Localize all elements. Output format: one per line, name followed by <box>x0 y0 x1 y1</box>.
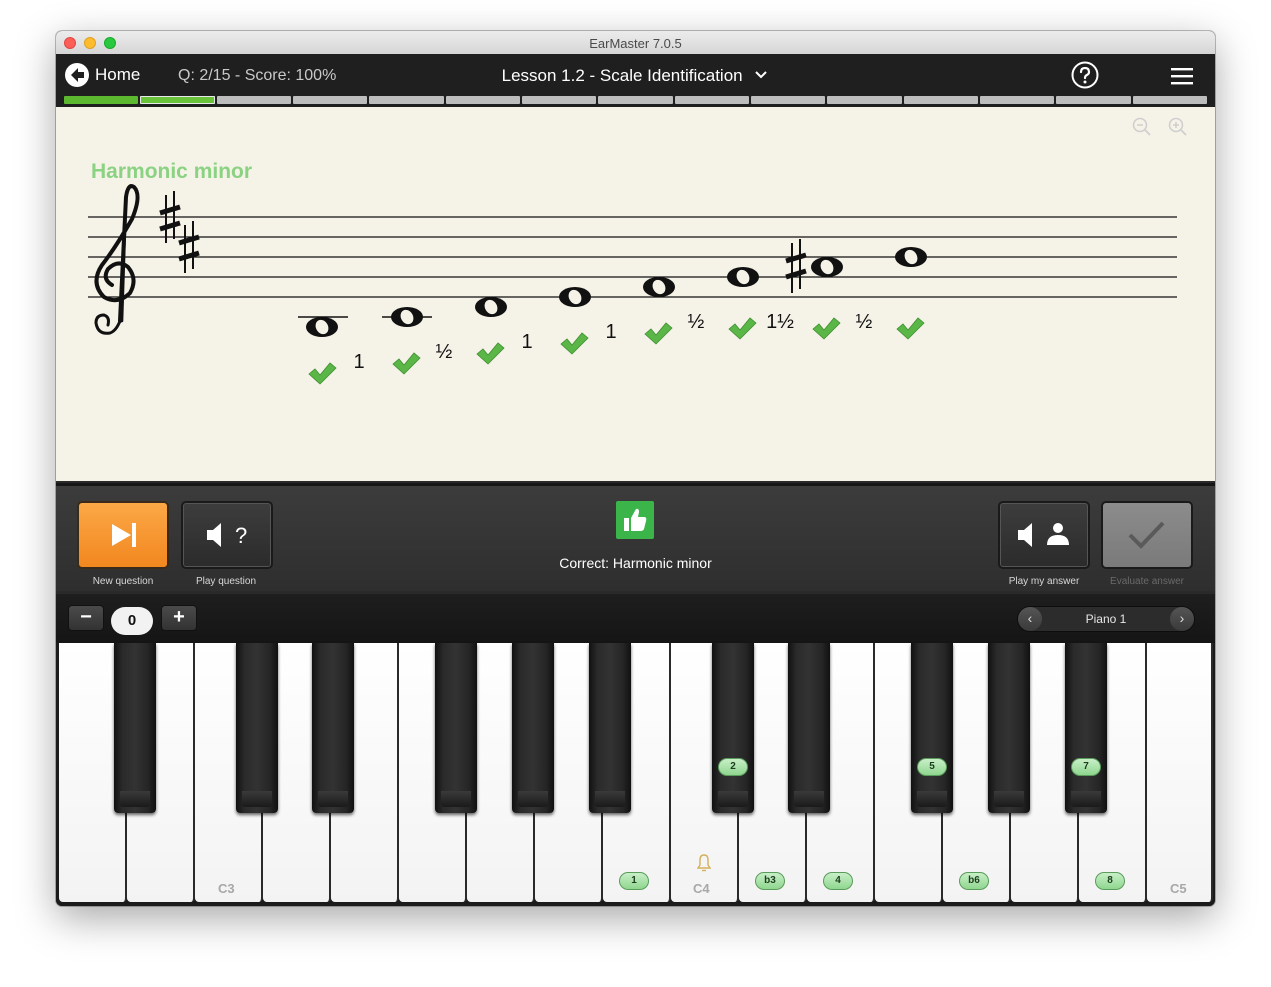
progress-segment <box>445 96 520 104</box>
piano-white-key[interactable] <box>1147 643 1213 902</box>
window-title: EarMaster 7.0.5 <box>589 36 682 51</box>
piano-black-key[interactable] <box>911 643 953 813</box>
progress-segment <box>827 96 902 104</box>
speaker-person-icon <box>1018 523 1069 547</box>
degree-badge: 5 <box>917 758 947 776</box>
check-icon <box>560 332 589 355</box>
key-signature-sharps <box>159 191 200 273</box>
play-my-answer-button[interactable] <box>998 501 1090 569</box>
app-window: EarMaster 7.0.5 Home Q: 2/15 - Score: 10… <box>56 31 1215 906</box>
treble-clef-icon <box>94 184 140 335</box>
degree-badge: 8 <box>1095 872 1125 890</box>
check-icon <box>896 317 925 340</box>
piano-keyboard: C3 C4 C5 1 b3 4 b6 8 2 5 7 <box>56 643 1215 906</box>
piano-black-key[interactable] <box>589 643 631 813</box>
degree-badge: 1 <box>619 872 649 890</box>
check-icon <box>392 352 421 375</box>
piano-black-key[interactable] <box>236 643 278 813</box>
degree-badge: 2 <box>718 758 748 776</box>
degree-badge: b3 <box>755 872 785 890</box>
whole-note <box>391 307 423 327</box>
interval-label: 1 <box>521 331 532 353</box>
root-marker-icon <box>697 854 711 872</box>
play-question-label: Play question <box>195 576 257 587</box>
progress-segment <box>1132 96 1207 104</box>
next-instrument-button[interactable]: › <box>1170 607 1194 631</box>
previous-instrument-button[interactable]: ‹ <box>1018 607 1042 631</box>
whole-note <box>727 267 759 287</box>
progress-segment <box>292 96 368 104</box>
whole-note <box>811 257 843 277</box>
octave-value: 0 <box>111 607 153 635</box>
whole-note <box>643 277 675 297</box>
keyboard-toolbar: − 0 + ‹ Piano 1 › <box>56 594 1215 643</box>
control-bar: New question ? Play question Correct: Ha… <box>56 483 1215 591</box>
new-question-label: New question <box>92 576 154 587</box>
help-icon[interactable] <box>1071 61 1099 89</box>
piano-black-key[interactable] <box>1065 643 1107 813</box>
check-icon <box>644 322 673 345</box>
score-area: Harmonic minor 1 ½ 1 1 ½ 1½ ½ <box>56 107 1215 481</box>
whole-note <box>475 297 507 317</box>
progress-segment <box>369 96 444 104</box>
progress-segment <box>903 96 978 104</box>
piano-black-key[interactable] <box>114 643 156 813</box>
interval-label: 1 <box>605 321 616 343</box>
octave-label-c5: C5 <box>1170 881 1187 896</box>
lesson-selector[interactable]: Lesson 1.2 - Scale Identification <box>56 66 1215 86</box>
music-staff: 1 ½ 1 1 ½ 1½ ½ <box>88 184 1177 385</box>
piano-black-key[interactable] <box>435 643 477 813</box>
app-header: Home Q: 2/15 - Score: 100% Lesson 1.2 - … <box>56 54 1215 107</box>
evaluate-answer-button[interactable] <box>1101 501 1193 569</box>
lesson-title: Lesson 1.2 - Scale Identification <box>501 66 743 85</box>
piano-black-key[interactable] <box>512 643 554 813</box>
degree-badge: b6 <box>959 872 989 890</box>
octave-label-c3: C3 <box>218 881 235 896</box>
progress-segment <box>750 96 826 104</box>
play-question-glyph: ? <box>235 523 248 548</box>
piano-black-key[interactable] <box>788 643 830 813</box>
whole-note <box>559 287 591 307</box>
piano-black-key[interactable] <box>712 643 754 813</box>
progress-segment <box>979 96 1055 104</box>
whole-note <box>306 317 338 337</box>
interval-label: 1 <box>353 351 364 373</box>
check-icon <box>308 362 337 385</box>
degree-badge: 7 <box>1071 758 1101 776</box>
progress-segment <box>674 96 749 104</box>
progress-segment <box>140 96 215 104</box>
chevron-down-icon <box>755 71 768 79</box>
progress-segment <box>216 96 291 104</box>
progress-segment <box>1056 96 1131 104</box>
degree-badge: 4 <box>823 872 853 890</box>
piano-black-key[interactable] <box>312 643 354 813</box>
interval-label: ½ <box>688 311 705 333</box>
progress-segment <box>521 96 597 104</box>
piano-black-key[interactable] <box>988 643 1030 813</box>
interval-label: ½ <box>856 311 873 333</box>
lesson-progress-bar <box>64 96 1207 104</box>
checkmark-icon <box>1128 521 1165 549</box>
progress-segment <box>598 96 673 104</box>
octave-up-button[interactable]: + <box>161 605 197 631</box>
sharp-icon <box>785 239 807 293</box>
instrument-name: Piano 1 <box>1085 612 1127 626</box>
play-my-answer-label: Play my answer <box>1008 576 1080 587</box>
octave-label-c4: C4 <box>693 881 710 896</box>
interval-label: ½ <box>436 341 453 363</box>
thumbs-up-icon <box>616 501 654 539</box>
octave-down-button[interactable]: − <box>68 605 104 631</box>
evaluate-answer-label: Evaluate answer <box>1110 576 1184 587</box>
staff-lines <box>88 216 1177 298</box>
sharp-icon <box>178 221 200 273</box>
progress-segment <box>64 96 139 104</box>
interval-label: 1½ <box>766 311 794 333</box>
whole-note <box>895 247 927 267</box>
instrument-selector: ‹ Piano 1 › <box>1017 606 1195 632</box>
check-icon <box>476 342 505 365</box>
check-icon <box>728 317 757 340</box>
hamburger-menu-icon[interactable] <box>1171 66 1193 86</box>
check-icon <box>812 317 841 340</box>
title-bar: EarMaster 7.0.5 <box>56 31 1215 55</box>
